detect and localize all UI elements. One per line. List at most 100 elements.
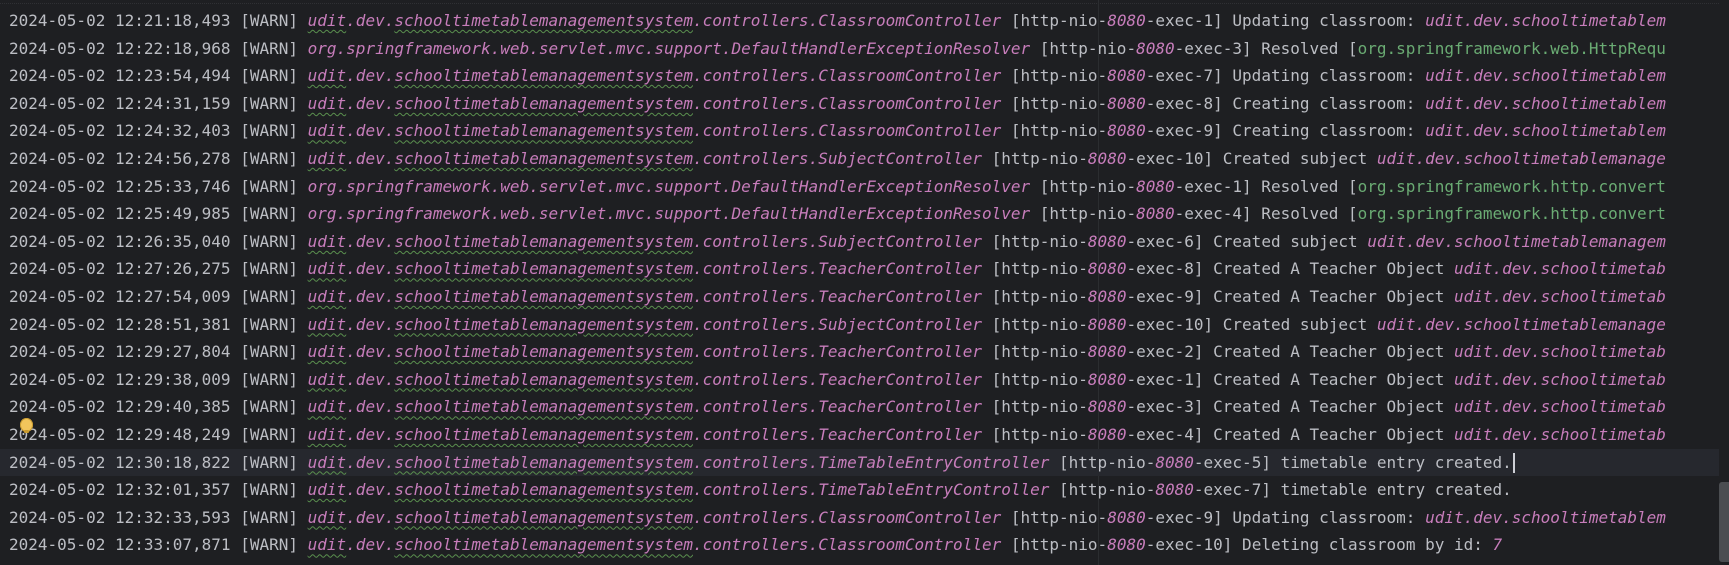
logger-name[interactable]: udit.dev.schooltimetablemanagementsystem… [308, 121, 1002, 140]
log-object-ref: org.springframework.web.HttpRequ [1357, 38, 1666, 58]
logger-package-segment: udit [307, 148, 347, 168]
logger-name[interactable]: udit.dev.schooltimetablemanagementsystem… [308, 370, 982, 389]
log-line[interactable]: 2024-05-02 12:24:31,159 [WARN] udit.dev.… [9, 90, 1729, 118]
thread-name: [http-nio-8080-exec-4] [1030, 204, 1252, 223]
log-line[interactable]: 2024-05-02 12:27:26,275 [WARN] udit.dev.… [9, 255, 1729, 283]
thread-port: 8080 [1087, 314, 1127, 334]
log-timestamp: 2024-05-02 12:33:07,871 [9, 535, 231, 555]
logger-class-segment: .controllers.TeacherController [692, 259, 982, 279]
log-message: Resolved [ [1251, 176, 1358, 196]
logger-package-segment: schooltimetablemanagementsystem [394, 121, 693, 141]
thread-name: [http-nio-8080-exec-8] [982, 259, 1204, 278]
logger-package-segment: udit [307, 424, 347, 444]
thread-name: [http-nio-8080-exec-8] [1001, 94, 1223, 113]
log-object-ref: udit.dev.schooltimetablem [1425, 121, 1666, 141]
logger-name[interactable]: udit.dev.schooltimetablemanagementsystem… [308, 287, 982, 306]
logger-name[interactable]: udit.dev.schooltimetablemanagementsystem… [308, 342, 982, 361]
logger-package-segment: .dev. [346, 231, 395, 251]
thread-suffix: -exec-9] [1145, 507, 1223, 527]
logger-name[interactable]: udit.dev.schooltimetablemanagementsystem… [308, 315, 982, 334]
logger-package-segment: schooltimetablemanagementsystem [394, 148, 693, 168]
log-line[interactable]: 2024-05-02 12:21:18,493 [WARN] udit.dev.… [9, 7, 1729, 35]
logger-name[interactable]: udit.dev.schooltimetablemanagementsystem… [308, 480, 1050, 499]
log-line[interactable]: 2024-05-02 12:27:54,009 [WARN] udit.dev.… [9, 283, 1729, 311]
log-line[interactable]: 2024-05-02 12:28:51,381 [WARN] udit.dev.… [9, 311, 1729, 339]
log-object-ref: udit.dev.schooltimetab [1453, 259, 1666, 279]
log-message: Updating classroom: [1222, 66, 1426, 86]
log-line[interactable]: 2024-05-02 12:32:33,593 [WARN] udit.dev.… [9, 504, 1729, 532]
thread-prefix: [http-nio- [981, 231, 1088, 251]
thread-port: 8080 [1107, 535, 1146, 555]
log-line[interactable]: 2024-05-02 12:32:01,357 [WARN] udit.dev.… [9, 476, 1729, 504]
log-line[interactable]: 2024-05-02 12:29:40,385 [WARN] udit.dev.… [9, 393, 1729, 421]
log-console[interactable]: 2024-05-02 12:21:18,493 [WARN] udit.dev.… [0, 0, 1729, 565]
log-level: [WARN] [240, 259, 298, 279]
thread-prefix: [http-nio- [1001, 93, 1108, 113]
logger-name[interactable]: udit.dev.schooltimetablemanagementsystem… [308, 232, 982, 251]
logger-package-segment: schooltimetablemanagementsystem [394, 369, 693, 389]
logger-name[interactable]: udit.dev.schooltimetablemanagementsystem… [308, 11, 1002, 30]
thread-prefix: [http-nio- [981, 342, 1088, 362]
logger-package-segment: udit [307, 259, 347, 279]
log-line[interactable]: 2024-05-02 12:25:33,746 [WARN] org.sprin… [9, 173, 1729, 201]
scrollbar-thumb[interactable] [1719, 482, 1729, 562]
log-message: Creating classroom: [1222, 93, 1426, 113]
log-timestamp: 2024-05-02 12:25:33,746 [9, 176, 231, 196]
logger-name[interactable]: udit.dev.schooltimetablemanagementsystem… [308, 259, 982, 278]
log-object-ref: 7 [1492, 535, 1503, 555]
logger-class-segment: .controllers.TeacherController [692, 369, 982, 389]
thread-suffix: -exec-8] [1126, 259, 1204, 279]
log-level: [WARN] [240, 507, 298, 527]
log-line[interactable]: 2024-05-02 12:30:18,822 [WARN] udit.dev.… [0, 448, 1729, 477]
thread-suffix: -exec-8] [1145, 93, 1223, 113]
logger-name[interactable]: org.springframework.web.servlet.mvc.supp… [308, 204, 1030, 223]
thread-port: 8080 [1136, 204, 1175, 224]
log-line[interactable]: 2024-05-02 12:29:38,009 [WARN] udit.dev.… [9, 366, 1729, 394]
intention-bulb-icon[interactable] [20, 418, 33, 433]
log-line[interactable]: 2024-05-02 12:25:49,985 [WARN] org.sprin… [9, 200, 1729, 228]
logger-package-segment: schooltimetablemanagementsystem [394, 480, 693, 500]
logger-name[interactable]: org.springframework.web.servlet.mvc.supp… [308, 177, 1030, 196]
thread-suffix: -exec-5] [1193, 452, 1271, 472]
log-timestamp: 2024-05-02 12:26:35,040 [9, 231, 231, 251]
log-line[interactable]: 2024-05-02 12:22:18,968 [WARN] org.sprin… [9, 35, 1729, 63]
log-line[interactable]: 2024-05-02 12:29:27,804 [WARN] udit.dev.… [9, 338, 1729, 366]
logger-package-segment: org.springframework.web.servlet.mvc.supp… [307, 38, 1031, 58]
log-line[interactable]: 2024-05-02 12:24:32,403 [WARN] udit.dev.… [9, 117, 1729, 145]
log-line[interactable]: 2024-05-02 12:24:56,278 [WARN] udit.dev.… [9, 145, 1729, 173]
logger-name[interactable]: udit.dev.schooltimetablemanagementsystem… [308, 508, 1002, 527]
logger-name[interactable]: udit.dev.schooltimetablemanagementsystem… [308, 94, 1002, 113]
logger-name[interactable]: udit.dev.schooltimetablemanagementsystem… [308, 453, 1050, 472]
log-line[interactable]: 2024-05-02 12:29:48,249 [WARN] udit.dev.… [9, 421, 1729, 449]
thread-prefix: [http-nio- [981, 148, 1088, 168]
thread-prefix: [http-nio- [981, 369, 1088, 389]
logger-name[interactable]: udit.dev.schooltimetablemanagementsystem… [308, 397, 982, 416]
log-level: [WARN] [240, 286, 298, 306]
thread-prefix: [http-nio- [1001, 507, 1108, 527]
thread-prefix: [http-nio- [981, 424, 1088, 444]
thread-name: [http-nio-8080-exec-4] [982, 425, 1204, 444]
log-line[interactable]: 2024-05-02 12:26:35,040 [WARN] udit.dev.… [9, 228, 1729, 256]
log-level: [WARN] [240, 204, 298, 224]
thread-prefix: [http-nio- [1030, 176, 1137, 196]
log-timestamp: 2024-05-02 12:24:56,278 [9, 148, 231, 168]
logger-package-segment: schooltimetablemanagementsystem [394, 286, 693, 306]
log-object-ref: udit.dev.schooltimetab [1453, 397, 1666, 417]
log-timestamp: 2024-05-02 12:24:31,159 [9, 93, 231, 113]
log-object-ref: udit.dev.schooltimetablem [1425, 11, 1666, 30]
log-message: Created subject [1213, 314, 1377, 334]
logger-name[interactable]: org.springframework.web.servlet.mvc.supp… [308, 39, 1030, 58]
log-timestamp: 2024-05-02 12:23:54,494 [9, 66, 231, 86]
vertical-scrollbar[interactable] [1719, 0, 1729, 565]
thread-port: 8080 [1107, 507, 1146, 527]
log-line[interactable]: 2024-05-02 12:23:54,494 [WARN] udit.dev.… [9, 62, 1729, 90]
log-line[interactable]: 2024-05-02 12:33:07,871 [WARN] udit.dev.… [9, 531, 1729, 559]
thread-name: [http-nio-8080-exec-1] [982, 370, 1204, 389]
logger-name[interactable]: udit.dev.schooltimetablemanagementsystem… [308, 66, 1002, 85]
logger-name[interactable]: udit.dev.schooltimetablemanagementsystem… [308, 535, 1002, 554]
thread-prefix: [http-nio- [1049, 452, 1156, 472]
logger-name[interactable]: udit.dev.schooltimetablemanagementsystem… [308, 149, 982, 168]
logger-package-segment: schooltimetablemanagementsystem [394, 342, 693, 362]
logger-name[interactable]: udit.dev.schooltimetablemanagementsystem… [308, 425, 982, 444]
thread-suffix: -exec-7] [1145, 66, 1223, 86]
